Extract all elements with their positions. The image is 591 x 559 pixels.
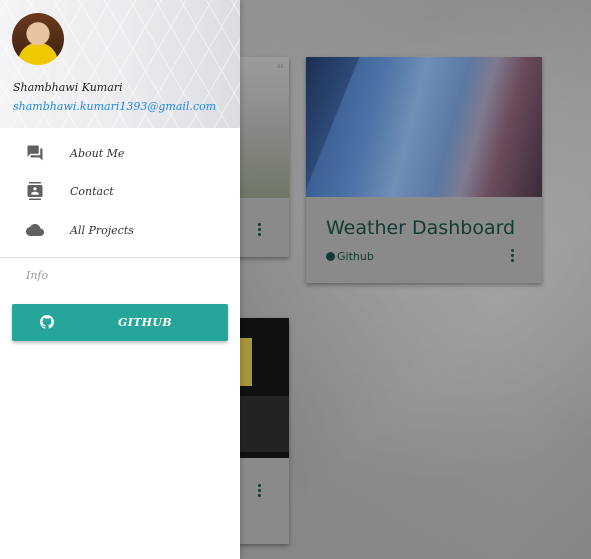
sidebar-item-label: Contact [70,184,114,198]
drawer-subheader: Info [26,269,49,282]
forum-icon [27,145,43,161]
sidebar-item-label: All Projects [70,223,134,237]
drawer-user-header: Shambhawi Kumari shambhawi.kumari1393@gm… [0,0,240,128]
contact-card-icon [27,182,43,200]
github-button-label: GITHUB [118,316,172,329]
cloud-icon [26,224,44,236]
side-nav-drawer: Shambhawi Kumari shambhawi.kumari1393@gm… [0,0,240,559]
user-email-link[interactable]: shambhawi.kumari1393@gmail.com [13,100,216,113]
sidebar-item-label: About Me [70,146,125,160]
sidebar-item-all-projects[interactable]: All Projects [0,212,240,248]
user-name: Shambhawi Kumari [13,81,123,94]
github-button[interactable]: GITHUB [12,304,228,341]
sidebar-item-contact[interactable]: Contact [0,173,240,209]
github-icon [40,315,54,329]
avatar[interactable] [12,13,64,65]
sidebar-item-about-me[interactable]: About Me [0,135,240,171]
drawer-divider [0,257,240,258]
